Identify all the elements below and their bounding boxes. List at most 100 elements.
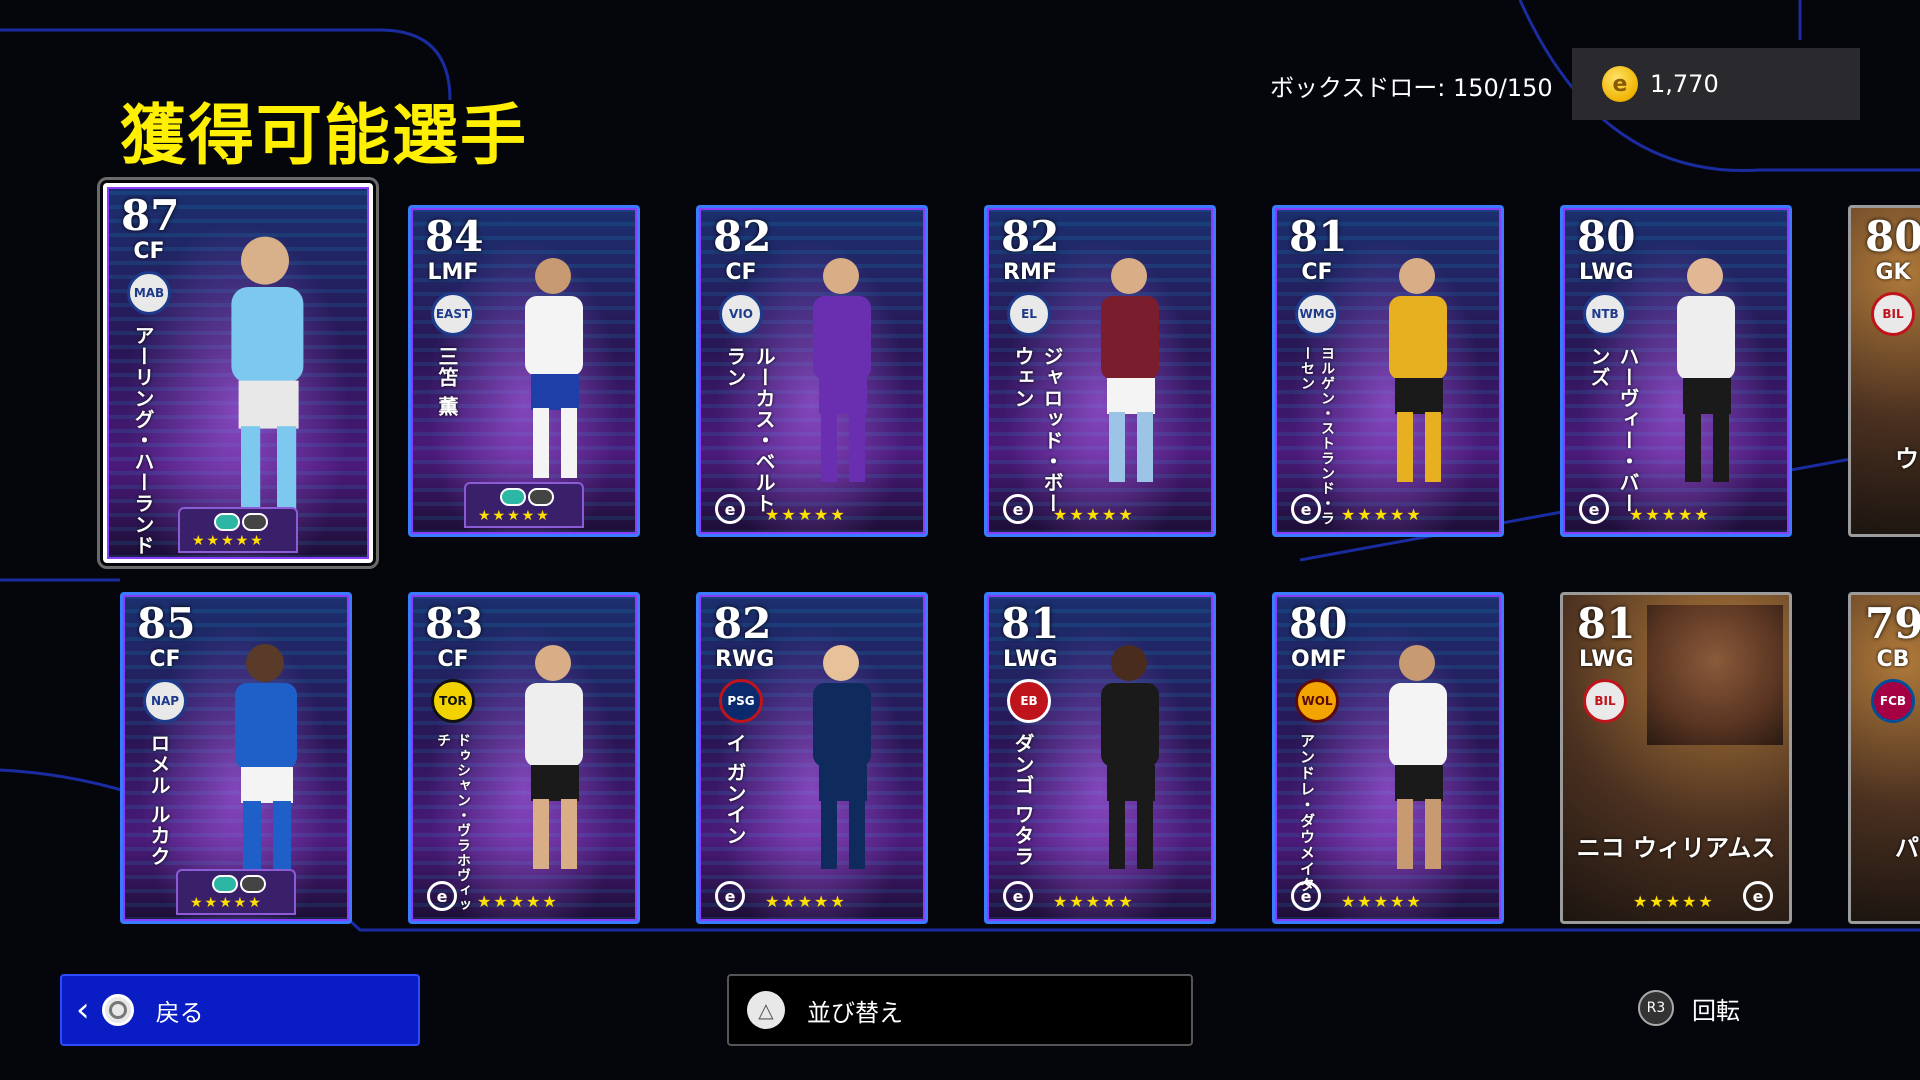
epic-plate: ★★★★★ xyxy=(464,482,584,528)
club-badge-icon: TOR xyxy=(431,679,475,723)
back-label: 戻る xyxy=(155,998,204,1027)
player-card[interactable]: 80 LWG NTB ハーヴィー・バーンズ e ★★★★★ xyxy=(1560,205,1792,537)
card-rating: 80 xyxy=(1865,212,1920,261)
club-badge-icon: NAP xyxy=(143,679,187,723)
player-silhouette-icon xyxy=(813,645,871,869)
card-stars: ★★★★★ xyxy=(1053,892,1135,911)
card-position: GK xyxy=(1875,260,1911,285)
sort-button[interactable]: △ 並び替え xyxy=(727,974,1193,1046)
efootball-logo-icon: e xyxy=(1291,494,1321,524)
player-silhouette-icon xyxy=(1389,258,1447,482)
card-player-name: ロメル ルカク xyxy=(147,733,171,867)
coin-amount: 1,770 xyxy=(1650,70,1719,98)
club-badge-icon: EB xyxy=(1007,679,1051,723)
rotate-control[interactable]: R3 回転 xyxy=(1638,990,1740,1026)
card-stars: ★★★★★ xyxy=(477,892,559,911)
chevron-left-icon: ‹ xyxy=(76,990,90,1030)
card-position: LMF xyxy=(427,260,479,285)
player-silhouette-icon xyxy=(813,258,871,482)
card-player-name: ウ xyxy=(1895,445,1919,473)
club-badge-icon: EAST xyxy=(431,292,475,336)
sort-label: 並び替え xyxy=(807,998,903,1027)
card-position: CF xyxy=(133,239,165,264)
card-player-name: 三笘 薫 xyxy=(435,346,459,417)
card-player-name: ニコ ウィリアムス xyxy=(1576,834,1776,862)
page-title: 獲得可能選手 xyxy=(120,97,528,174)
player-card[interactable]: 85 CF NAP ロメル ルカク ★★★★★ xyxy=(120,592,352,924)
efootball-logo-icon: e xyxy=(715,494,745,524)
player-silhouette-icon xyxy=(235,644,297,871)
card-position: RWG xyxy=(715,647,775,672)
card-position: LWG xyxy=(1579,647,1634,672)
club-badge-icon: WOL xyxy=(1295,679,1339,723)
coin-balance: e 1,770 xyxy=(1572,48,1860,120)
player-portrait-icon xyxy=(1647,605,1783,745)
player-card[interactable]: 84 LMF EAST 三笘 薫 ★★★★★ xyxy=(408,205,640,537)
efootball-logo-icon: e xyxy=(1579,494,1609,524)
card-stars: ★★★★★ xyxy=(765,892,847,911)
player-silhouette-icon xyxy=(1101,258,1159,482)
club-badge-icon: PSG xyxy=(719,679,763,723)
player-card[interactable]: 80 OMF WOL アンドレ・ダウメイタ e ★★★★★ xyxy=(1272,592,1504,924)
efootball-logo-icon: e xyxy=(427,881,457,911)
card-position: RMF xyxy=(1003,260,1057,285)
rotate-label: 回転 xyxy=(1692,996,1740,1025)
player-card[interactable]: 82 CF VIO ルーカス・ベルトラン e ★★★★★ xyxy=(696,205,928,537)
circle-button-icon xyxy=(101,994,134,1026)
card-stars: ★★★★★ xyxy=(192,533,265,549)
player-card[interactable]: 79 CB FCB パ xyxy=(1848,592,1920,924)
club-badge-icon: MAB xyxy=(127,271,171,315)
player-silhouette-icon xyxy=(1101,645,1159,869)
epic-plate: ★★★★★ xyxy=(178,507,298,553)
card-stars: ★★★★★ xyxy=(765,505,847,524)
card-stars: ★★★★★ xyxy=(1341,505,1423,524)
card-position: LWG xyxy=(1579,260,1634,285)
card-rating: 81 xyxy=(1577,599,1636,648)
player-card[interactable]: 81 CF WMG ヨルゲン・ストランド・ラーセン e ★★★★★ xyxy=(1272,205,1504,537)
card-stars: ★★★★★ xyxy=(1341,892,1423,911)
club-badge-icon: FCB xyxy=(1871,679,1915,723)
card-player-name: アーリング・ハーランド xyxy=(131,325,155,556)
player-card[interactable]: 82 RMF EL ジャロッド・ボーウェン e ★★★★★ xyxy=(984,205,1216,537)
back-button[interactable]: ‹ 戻る xyxy=(60,974,420,1046)
card-stars: ★★★★★ xyxy=(1629,505,1711,524)
card-position: CF xyxy=(725,260,757,285)
card-position: CF xyxy=(437,647,469,672)
player-card[interactable]: 87 CF MAB アーリング・ハーランド ★★★★★ xyxy=(97,177,379,569)
card-position: CB xyxy=(1876,647,1910,672)
efootball-logo-icon: e xyxy=(715,881,745,911)
player-card[interactable]: 80 GK BIL ウ xyxy=(1848,205,1920,537)
efootball-logo-icon: e xyxy=(1291,881,1321,911)
club-badge-icon: NTB xyxy=(1583,292,1627,336)
player-silhouette-icon xyxy=(525,645,583,869)
club-badge-icon: BIL xyxy=(1871,292,1915,336)
player-silhouette-icon xyxy=(1677,258,1735,482)
card-position: CF xyxy=(1301,260,1333,285)
epic-plate: ★★★★★ xyxy=(176,869,296,915)
r3-stick-icon: R3 xyxy=(1638,990,1674,1026)
club-badge-icon: VIO xyxy=(719,292,763,336)
player-silhouette-icon xyxy=(231,236,304,511)
card-stars: ★★★★★ xyxy=(1633,892,1715,911)
card-position: OMF xyxy=(1291,647,1347,672)
efootball-logo-icon: e xyxy=(1003,494,1033,524)
card-stars: ★★★★★ xyxy=(478,508,551,524)
player-card[interactable]: 83 CF TOR ドゥシャン・ヴラホヴィッチ e ★★★★★ xyxy=(408,592,640,924)
card-rating: 79 xyxy=(1865,599,1920,648)
card-player-name: イ ガンイン xyxy=(723,733,747,846)
coin-icon: e xyxy=(1602,66,1638,102)
player-silhouette-icon xyxy=(1389,645,1447,869)
club-badge-icon: WMG xyxy=(1295,292,1339,336)
player-card[interactable]: 81 LWG BIL ニコ ウィリアムス ★★★★★ e xyxy=(1560,592,1792,924)
card-player-name: ダンゴ ワタラ xyxy=(1011,733,1035,867)
player-card[interactable]: 81 LWG EB ダンゴ ワタラ e ★★★★★ xyxy=(984,592,1216,924)
club-badge-icon: BIL xyxy=(1583,679,1627,723)
triangle-button-icon: △ xyxy=(747,991,785,1029)
player-card[interactable]: 82 RWG PSG イ ガンイン e ★★★★★ xyxy=(696,592,928,924)
card-position: CF xyxy=(149,647,181,672)
efootball-logo-icon: e xyxy=(1743,881,1773,911)
club-badge-icon: EL xyxy=(1007,292,1051,336)
player-silhouette-icon xyxy=(525,258,583,478)
box-draw-counter: ボックスドロー: 150/150 xyxy=(1270,74,1553,102)
card-stars: ★★★★★ xyxy=(190,895,263,911)
